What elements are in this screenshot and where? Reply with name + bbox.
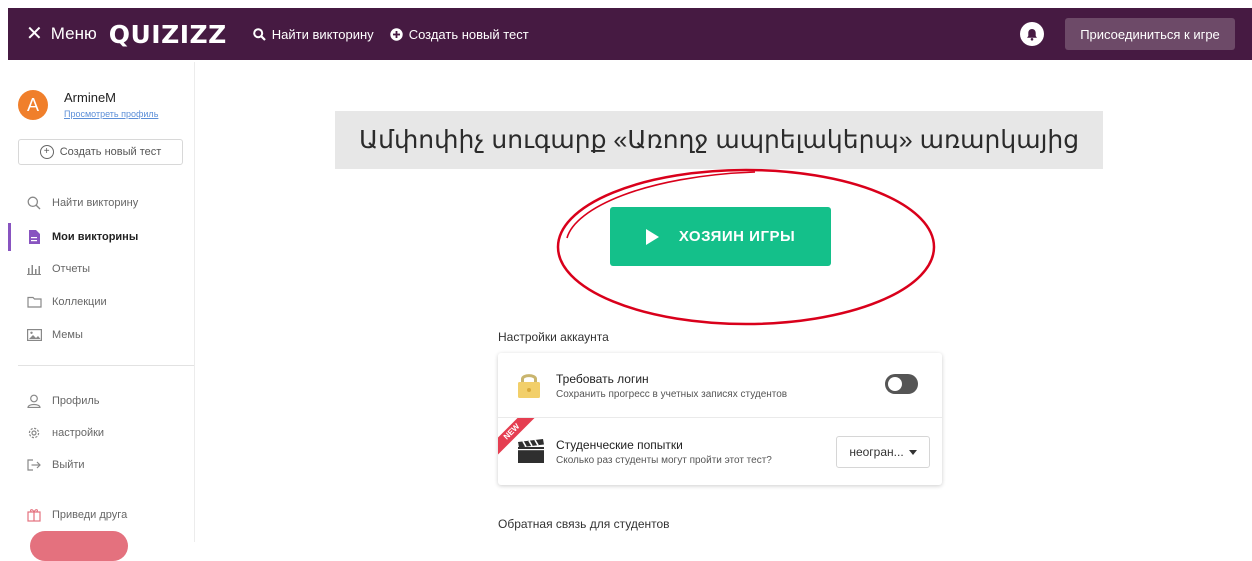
account-settings-card: Требовать логин Сохранить прогресс в уче… bbox=[498, 353, 942, 485]
student-attempts-subtitle: Сколько раз студенты могут пройти этот т… bbox=[556, 455, 772, 466]
notifications-button[interactable] bbox=[1020, 22, 1044, 46]
plus-circle-icon: + bbox=[39, 145, 54, 159]
clapperboard-icon bbox=[518, 439, 544, 463]
sidebar-item-label: Отчеты bbox=[52, 263, 91, 275]
search-icon bbox=[26, 196, 42, 210]
toggle-knob bbox=[888, 377, 902, 391]
require-login-row: Требовать логин Сохранить прогресс в уче… bbox=[498, 353, 942, 418]
quiz-title: Ամփոփիչ սուգարք «Առողջ ապրելակերպ» առարկ… bbox=[335, 111, 1103, 169]
view-profile-link[interactable]: Просмотреть профиль bbox=[64, 109, 158, 119]
sidebar-item-label: Профиль bbox=[52, 395, 100, 407]
student-feedback-heading: Обратная связь для студентов bbox=[498, 517, 670, 531]
gear-icon bbox=[26, 426, 42, 440]
require-login-title: Требовать логин bbox=[556, 372, 649, 386]
find-quiz-label: Найти викторину bbox=[271, 26, 374, 42]
sidebar-item-label: Мои викторины bbox=[52, 231, 139, 243]
sidebar-item-label: Коллекции bbox=[52, 296, 107, 308]
menu-label: Меню bbox=[50, 24, 97, 43]
bar-chart-icon bbox=[26, 263, 42, 275]
host-game-button[interactable]: ХОЗЯИН ИГРЫ bbox=[610, 207, 831, 266]
sidebar-item-refer-friend[interactable]: Приведи друга bbox=[8, 504, 194, 526]
sidebar-item-settings[interactable]: настройки bbox=[8, 422, 194, 444]
bell-icon bbox=[1027, 28, 1037, 41]
top-bar-frame: ✕ Меню QUIZIZZ Найти викторину Создать н… bbox=[0, 0, 1252, 62]
folder-icon bbox=[26, 296, 42, 308]
sidebar-item-label: Приведи друга bbox=[52, 509, 128, 521]
upgrade-button[interactable] bbox=[30, 531, 128, 561]
user-icon bbox=[26, 394, 42, 408]
close-icon: ✕ bbox=[26, 23, 43, 45]
username: ArmineM bbox=[64, 90, 117, 105]
lock-icon bbox=[518, 374, 540, 398]
create-test-label: Создать новый тест bbox=[408, 26, 529, 42]
sidebar-item-label: настройки bbox=[52, 427, 105, 439]
play-icon bbox=[645, 228, 659, 245]
sidebar-divider bbox=[18, 365, 194, 366]
logout-icon bbox=[26, 459, 42, 471]
quizizz-logo[interactable]: QUIZIZZ bbox=[109, 20, 227, 49]
sidebar-item-memes[interactable]: Мемы bbox=[8, 324, 194, 346]
top-navbar: ✕ Меню QUIZIZZ Найти викторину Создать н… bbox=[8, 8, 1252, 60]
require-login-toggle[interactable] bbox=[885, 374, 918, 394]
chevron-down-icon bbox=[908, 449, 917, 455]
sidebar-item-my-quizzes[interactable]: Мои викторины bbox=[8, 223, 194, 251]
create-test-label: Создать новый тест bbox=[59, 146, 162, 158]
document-icon bbox=[26, 230, 42, 244]
sidebar-item-label: Выйти bbox=[52, 459, 85, 471]
sidebar-item-label: Найти викторину bbox=[52, 197, 139, 209]
join-game-button[interactable]: Присоединиться к игре bbox=[1065, 18, 1235, 50]
avatar[interactable]: A bbox=[18, 90, 48, 120]
host-game-label: ХОЗЯИН ИГРЫ bbox=[678, 228, 796, 245]
sidebar-item-reports[interactable]: Отчеты bbox=[8, 258, 194, 280]
sidebar-item-profile[interactable]: Профиль bbox=[8, 390, 194, 412]
attempts-select-value: неогран... bbox=[849, 445, 904, 459]
student-attempts-row: NEW Студенческие попытки Сколько раз сту… bbox=[498, 418, 942, 485]
require-login-subtitle: Сохранить прогресс в учетных записях сту… bbox=[556, 389, 788, 400]
sidebar-item-collections[interactable]: Коллекции bbox=[8, 291, 194, 313]
find-quiz-link[interactable]: Найти викторину bbox=[252, 26, 374, 42]
plus-circle-icon bbox=[389, 27, 403, 41]
attempts-select[interactable]: неогран... bbox=[836, 436, 930, 468]
gift-icon bbox=[26, 508, 42, 522]
student-attempts-title: Студенческие попытки bbox=[556, 438, 683, 452]
sidebar-create-test-button[interactable]: + Создать новый тест bbox=[18, 139, 183, 165]
sidebar-item-logout[interactable]: Выйти bbox=[8, 454, 194, 476]
search-icon bbox=[252, 27, 266, 41]
menu-button[interactable]: ✕ Меню bbox=[26, 24, 97, 44]
sidebar-item-find-quiz[interactable]: Найти викторину bbox=[8, 192, 194, 214]
image-icon bbox=[26, 329, 42, 341]
account-settings-heading: Настройки аккаунта bbox=[498, 330, 609, 344]
sidebar: A ArmineM Просмотреть профиль + Создать … bbox=[8, 62, 195, 561]
sidebar-item-label: Мемы bbox=[52, 329, 83, 341]
create-test-link[interactable]: Создать новый тест bbox=[389, 26, 529, 42]
